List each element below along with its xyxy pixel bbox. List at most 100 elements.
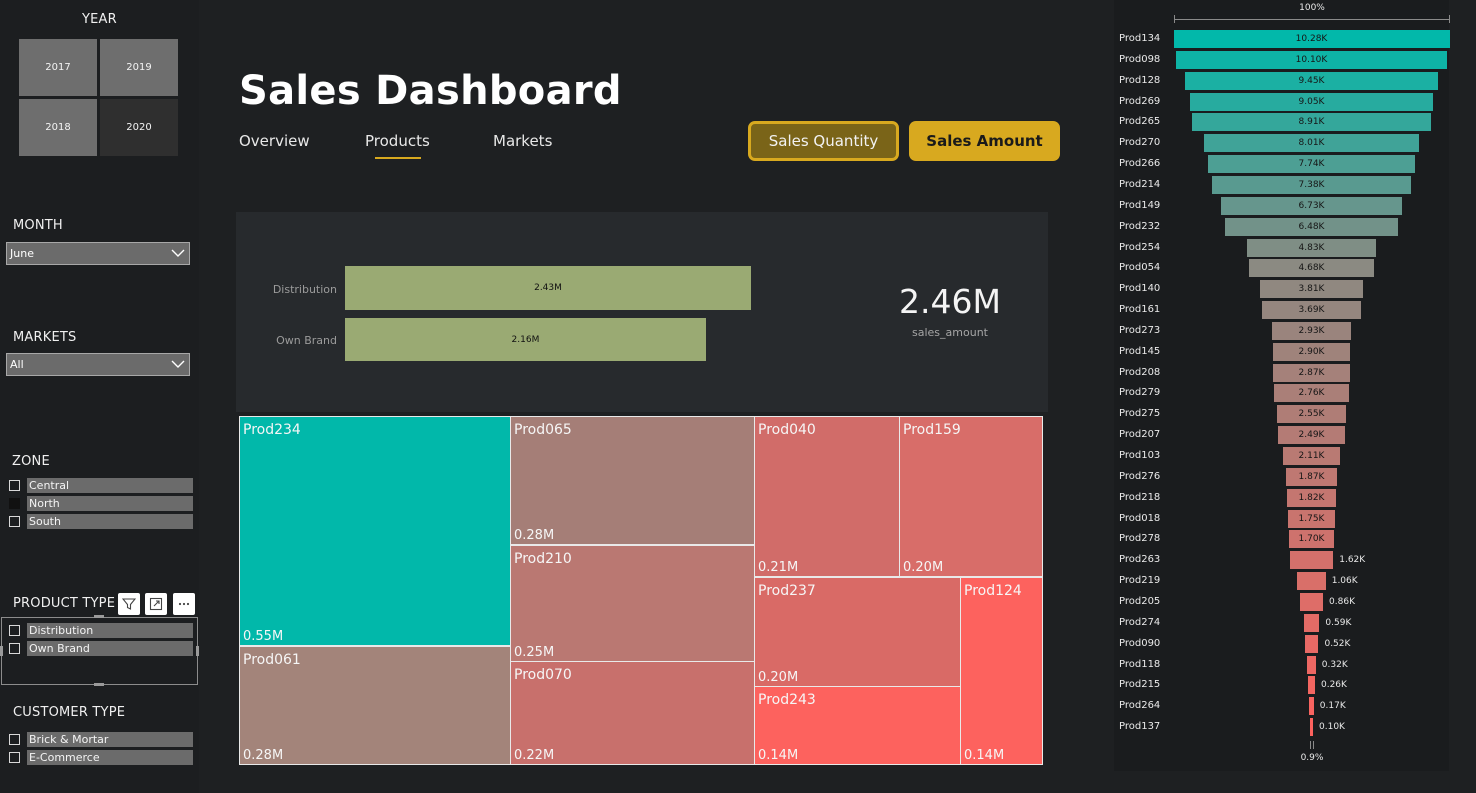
funnel-value-label: 1.82K <box>1298 492 1325 503</box>
funnel-bar-prod149[interactable]: 6.73K <box>1221 196 1402 215</box>
customer-type-option-brick-mortar[interactable]: Brick & Mortar <box>9 732 193 747</box>
funnel-bar-prod018[interactable]: 1.75K <box>1288 509 1335 528</box>
zone-option-north[interactable]: North <box>9 496 193 511</box>
treemap-tile-value: 0.25M <box>514 645 555 660</box>
bar-distribution[interactable]: 2.43M <box>345 266 751 310</box>
funnel-value-label: 7.74K <box>1298 159 1325 170</box>
funnel-bar-prod269[interactable]: 9.05K <box>1190 92 1433 111</box>
funnel-bar-prod264[interactable] <box>1309 697 1314 716</box>
funnel-bar-prod207[interactable]: 2.49K <box>1278 426 1345 445</box>
bar-category-label: Own Brand <box>276 334 337 347</box>
tab-overview[interactable]: Overview <box>239 132 310 150</box>
funnel-bar-prod254[interactable]: 4.83K <box>1246 238 1377 257</box>
funnel-top-axis-tick <box>1174 15 1175 23</box>
treemap-tile-prod234[interactable]: Prod234 0.55M <box>239 416 511 646</box>
checkbox[interactable] <box>9 480 20 491</box>
checkbox[interactable] <box>9 498 20 509</box>
funnel-category-label: Prod274 <box>1119 616 1161 628</box>
funnel-bar-prod161[interactable]: 3.69K <box>1261 301 1362 320</box>
funnel-value-label: 8.91K <box>1298 117 1325 128</box>
product-type-option-own-brand[interactable]: Own Brand <box>9 641 193 656</box>
year-tile-2019[interactable]: 2019 <box>100 39 178 96</box>
checkbox[interactable] <box>9 643 20 654</box>
funnel-value-label: 2.90K <box>1298 346 1325 357</box>
treemap-tile-prod237[interactable]: Prod237 0.20M <box>754 577 961 687</box>
treemap-tile-value: 0.14M <box>964 748 1005 763</box>
funnel-bar-prod232[interactable]: 6.48K <box>1224 217 1399 236</box>
treemap-tile-prod040[interactable]: Prod040 0.21M <box>754 416 900 577</box>
customer-type-option-e-commerce[interactable]: E-Commerce <box>9 750 193 765</box>
checkbox[interactable] <box>9 625 20 636</box>
checkbox[interactable] <box>9 752 20 763</box>
treemap-tile-value: 0.55M <box>243 629 284 644</box>
funnel-bar-prod118[interactable] <box>1307 655 1316 674</box>
funnel-bar-prod273[interactable]: 2.93K <box>1272 321 1351 340</box>
funnel-bar-prod219[interactable] <box>1297 572 1326 591</box>
funnel-value-label: 9.05K <box>1298 96 1325 107</box>
funnel-bar-prod140[interactable]: 3.81K <box>1260 280 1363 299</box>
funnel-bar-prod145[interactable]: 2.90K <box>1272 342 1351 361</box>
funnel-bar-prod263[interactable] <box>1289 551 1334 570</box>
year-tile-2020[interactable]: 2020 <box>100 99 178 156</box>
resize-handle[interactable] <box>0 646 3 656</box>
filter-icon[interactable] <box>118 593 140 615</box>
markets-dropdown[interactable]: All <box>6 353 190 376</box>
treemap-tile-prod243[interactable]: Prod243 0.14M <box>754 686 961 765</box>
bar-own-brand[interactable]: 2.16M <box>345 318 706 361</box>
funnel-bar-prod214[interactable]: 7.38K <box>1212 175 1411 194</box>
funnel-category-label: Prod269 <box>1119 95 1161 107</box>
sales-quantity-button[interactable]: Sales Quantity <box>748 121 899 161</box>
focus-mode-icon[interactable] <box>145 593 167 615</box>
funnel-bar-prod218[interactable]: 1.82K <box>1287 488 1336 507</box>
funnel-bar-prod265[interactable]: 8.91K <box>1191 113 1432 132</box>
month-dropdown[interactable]: June <box>6 242 190 265</box>
funnel-bar-prod274[interactable] <box>1303 613 1320 632</box>
funnel-bar-prod090[interactable] <box>1304 634 1319 653</box>
treemap-tile-prod124[interactable]: Prod124 0.14M <box>960 577 1043 765</box>
zone-option-south[interactable]: South <box>9 514 193 529</box>
page-title: Sales Dashboard <box>239 68 622 114</box>
funnel-bar-prod270[interactable]: 8.01K <box>1203 134 1420 153</box>
checkbox[interactable] <box>9 734 20 745</box>
sales-amount-button[interactable]: Sales Amount <box>909 121 1060 161</box>
treemap-tile-prod159[interactable]: Prod159 0.20M <box>899 416 1043 577</box>
tab-markets[interactable]: Markets <box>493 132 552 150</box>
treemap-tile-prod061[interactable]: Prod061 0.28M <box>239 646 511 765</box>
checkbox[interactable] <box>9 516 20 527</box>
funnel-bar-prod266[interactable]: 7.74K <box>1207 155 1416 174</box>
resize-handle[interactable] <box>196 646 199 656</box>
resize-handle[interactable] <box>94 683 104 686</box>
customer-type-slicer-title: CUSTOMER TYPE <box>13 705 126 720</box>
funnel-bar-prod215[interactable] <box>1308 676 1315 695</box>
funnel-category-label: Prod145 <box>1119 345 1161 357</box>
funnel-value-label: 1.87K <box>1298 471 1325 482</box>
funnel-category-label: Prod054 <box>1119 262 1161 274</box>
year-tile-2018[interactable]: 2018 <box>19 99 97 156</box>
more-options-icon[interactable] <box>173 593 195 615</box>
funnel-bar-prod103[interactable]: 2.11K <box>1283 447 1340 465</box>
product-type-option-distribution[interactable]: Distribution <box>9 623 193 638</box>
treemap-tile-prod065[interactable]: Prod065 0.28M <box>510 416 755 545</box>
funnel-category-label: Prod273 <box>1119 324 1161 336</box>
zone-option-central[interactable]: Central <box>9 478 193 493</box>
funnel-bar-prod279[interactable]: 2.76K <box>1274 384 1349 403</box>
funnel-bar-prod276[interactable]: 1.87K <box>1286 467 1337 486</box>
funnel-bar-prod278[interactable]: 1.70K <box>1288 530 1335 549</box>
funnel-category-label: Prod149 <box>1119 199 1161 211</box>
funnel-bar-prod208[interactable]: 2.87K <box>1272 363 1351 382</box>
treemap-tile-prod070[interactable]: Prod070 0.22M <box>510 661 755 765</box>
funnel-bar-prod205[interactable] <box>1299 592 1324 611</box>
tab-products[interactable]: Products <box>365 132 430 150</box>
funnel-bar-prod054[interactable]: 4.68K <box>1248 259 1375 278</box>
resize-handle[interactable] <box>94 615 104 618</box>
funnel-bar-prod098[interactable]: 10.10K <box>1175 50 1448 69</box>
year-tile-2017[interactable]: 2017 <box>19 39 97 96</box>
funnel-bar-prod137[interactable] <box>1310 718 1313 737</box>
funnel-value-label: 6.48K <box>1298 221 1325 232</box>
treemap-tile-prod210[interactable]: Prod210 0.25M <box>510 545 755 662</box>
funnel-category-label: Prod137 <box>1119 721 1161 733</box>
funnel-bar-prod134[interactable]: 10.28K <box>1173 30 1450 48</box>
funnel-category-label: Prod161 <box>1119 304 1161 316</box>
funnel-bar-prod275[interactable]: 2.55K <box>1277 405 1346 424</box>
funnel-bar-prod128[interactable]: 9.45K <box>1184 71 1439 90</box>
